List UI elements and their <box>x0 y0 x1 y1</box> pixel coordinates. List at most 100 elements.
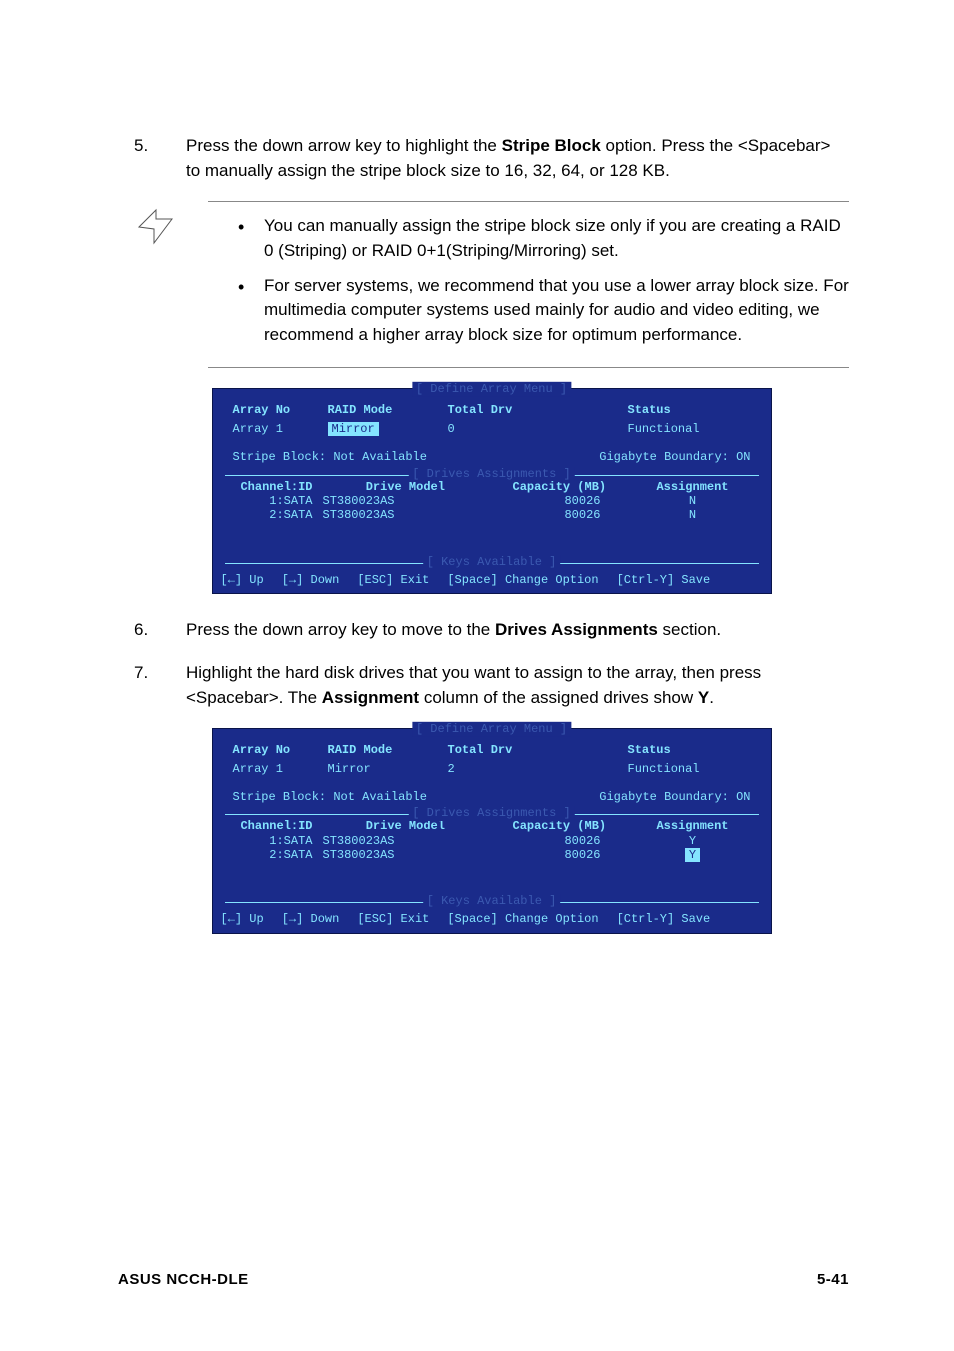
val-totaldrv: 0 <box>448 422 628 436</box>
val-raidmode: Mirror <box>328 762 448 776</box>
d2-chan: 2:SATA <box>233 508 323 522</box>
gb-boundary: Gigabyte Boundary: ON <box>599 790 750 804</box>
key-up: [←] Up <box>221 912 264 926</box>
d1-cap: 80026 <box>513 494 653 508</box>
key-save: [Ctrl-Y] Save <box>617 573 711 587</box>
text: Press the down arrow key to highlight th… <box>186 136 502 155</box>
step-number: 7. <box>134 661 186 710</box>
d2-model: ST380023AS <box>323 848 513 862</box>
bios-title: [ Define Array Menu ] <box>412 722 571 736</box>
bold-term: Assignment <box>322 688 419 707</box>
key-down: [→] Down <box>282 912 340 926</box>
drives-header: Channel:ID Drive Model Capacity (MB) Ass… <box>233 480 751 494</box>
dhdr-chan: Channel:ID <box>233 819 323 833</box>
val-arrayno: Array 1 <box>233 762 328 776</box>
hdr-arrayno: Array No <box>233 743 328 757</box>
drives-box: [ Drives Assignments ] Channel:ID Drive … <box>225 475 759 563</box>
step-body: Highlight the hard disk drives that you … <box>186 661 849 710</box>
d1-chan: 1:SATA <box>233 834 323 848</box>
drives-box: [ Drives Assignments ] Channel:ID Drive … <box>225 814 759 902</box>
d1-ass: Y <box>653 834 733 848</box>
d1-model: ST380023AS <box>323 494 513 508</box>
stripe-block: Stripe Block: Not Available <box>233 450 427 464</box>
key-save: [Ctrl-Y] Save <box>617 912 711 926</box>
key-space: [Space] Change Option <box>447 912 598 926</box>
bios-data-row: Array 1 Mirror 2 Functional <box>213 762 771 784</box>
d2-ass: N <box>653 508 733 522</box>
d2-ass: Y <box>653 848 733 862</box>
d2-model: ST380023AS <box>323 508 513 522</box>
d1-cap: 80026 <box>513 834 653 848</box>
keys-title: [ Keys Available ] <box>423 894 561 908</box>
step-number: 6. <box>134 618 186 643</box>
bios-screen-2: [ Define Array Menu ] Array No RAID Mode… <box>212 728 772 934</box>
keys-separator: [ Keys Available ] <box>225 902 759 912</box>
val-arrayno: Array 1 <box>233 422 328 436</box>
gb-boundary: Gigabyte Boundary: ON <box>599 450 750 464</box>
val-raidmode: Mirror <box>328 422 448 436</box>
key-esc: [ESC] Exit <box>357 573 429 587</box>
drive-row-2: 2:SATA ST380023AS 80026 Y <box>233 848 751 862</box>
drives-title: [ Drives Assignments ] <box>408 806 574 820</box>
bios-screen-1: [ Define Array Menu ] Array No RAID Mode… <box>212 388 772 594</box>
note-block: You can manually assign the stripe block… <box>134 201 849 368</box>
step-body: Press the down arroy key to move to the … <box>186 618 849 643</box>
step-body: Press the down arrow key to highlight th… <box>186 134 849 183</box>
step-6: 6. Press the down arroy key to move to t… <box>134 618 849 643</box>
bios-data-row: Array 1 Mirror 0 Functional <box>213 422 771 444</box>
footer-right: 5-41 <box>817 1269 849 1291</box>
text: . <box>709 688 714 707</box>
selected-cell: Y <box>685 848 700 862</box>
hdr-raidmode: RAID Mode <box>328 403 448 417</box>
bold-term: Y <box>698 688 709 707</box>
bold-term: Stripe Block <box>502 136 601 155</box>
hdr-status: Status <box>628 743 748 757</box>
d2-chan: 2:SATA <box>233 848 323 862</box>
keys-title: [ Keys Available ] <box>423 555 561 569</box>
footer-left: ASUS NCCH-DLE <box>118 1269 249 1291</box>
stripe-value: Not Available <box>333 450 427 464</box>
val-status: Functional <box>628 422 748 436</box>
note-icon <box>134 201 208 368</box>
drive-row-1: 1:SATA ST380023AS 80026 N <box>233 494 751 508</box>
step-number: 5. <box>134 134 186 183</box>
hdr-raidmode: RAID Mode <box>328 743 448 757</box>
stripe-label: Stripe Block: <box>233 450 327 464</box>
bios-keys-row: [←] Up [→] Down [ESC] Exit [Space] Chang… <box>213 573 771 593</box>
d1-ass: N <box>653 494 733 508</box>
page-footer: ASUS NCCH-DLE 5-41 <box>118 1269 849 1291</box>
d2-cap: 80026 <box>513 848 653 862</box>
d1-model: ST380023AS <box>323 834 513 848</box>
drives-header: Channel:ID Drive Model Capacity (MB) Ass… <box>233 819 751 833</box>
hdr-totaldrv: Total Drv <box>448 403 628 417</box>
stripe-label: Stripe Block: <box>233 790 327 804</box>
d1-chan: 1:SATA <box>233 494 323 508</box>
stripe-block: Stripe Block: Not Available <box>233 790 427 804</box>
selected-cell: Mirror <box>328 422 379 436</box>
key-down: [→] Down <box>282 573 340 587</box>
note-item: You can manually assign the stripe block… <box>208 214 849 263</box>
bios-header-row: Array No RAID Mode Total Drv Status <box>213 399 771 421</box>
val-totaldrv: 2 <box>448 762 628 776</box>
step-5: 5. Press the down arrow key to highlight… <box>134 134 849 183</box>
hdr-status: Status <box>628 403 748 417</box>
drive-row-2: 2:SATA ST380023AS 80026 N <box>233 508 751 522</box>
note-content: You can manually assign the stripe block… <box>208 201 849 368</box>
dhdr-cap: Capacity (MB) <box>513 480 653 494</box>
dhdr-ass: Assignment <box>653 480 733 494</box>
text: Press the down arroy key to move to the <box>186 620 495 639</box>
drive-row-1: 1:SATA ST380023AS 80026 Y <box>233 834 751 848</box>
bold-term: Drives Assignments <box>495 620 658 639</box>
d2-cap: 80026 <box>513 508 653 522</box>
hdr-arrayno: Array No <box>233 403 328 417</box>
step-7: 7. Highlight the hard disk drives that y… <box>134 661 849 710</box>
bios-header-row: Array No RAID Mode Total Drv Status <box>213 739 771 761</box>
stripe-value: Not Available <box>333 790 427 804</box>
val-status: Functional <box>628 762 748 776</box>
drives-title: [ Drives Assignments ] <box>408 467 574 481</box>
note-item: For server systems, we recommend that yo… <box>208 274 849 348</box>
dhdr-ass: Assignment <box>653 819 733 833</box>
bios-title: [ Define Array Menu ] <box>412 382 571 396</box>
key-space: [Space] Change Option <box>447 573 598 587</box>
key-up: [←] Up <box>221 573 264 587</box>
